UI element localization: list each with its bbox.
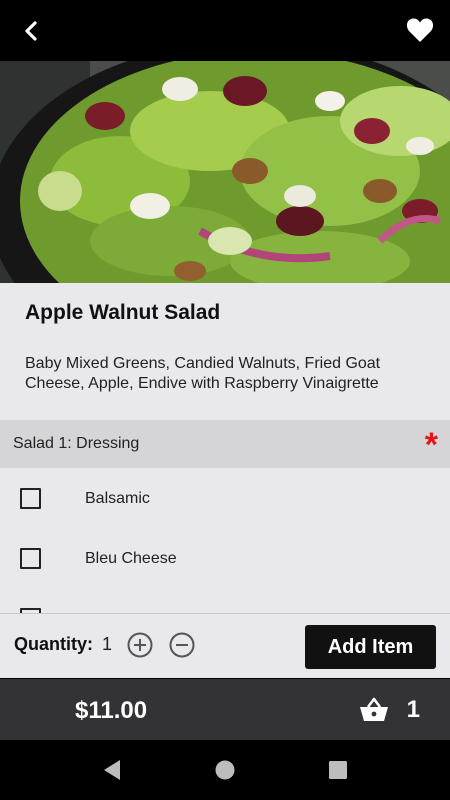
checkbox[interactable] (20, 488, 41, 509)
section-title: Salad 1: Dressing (13, 435, 140, 452)
item-title: Apple Walnut Salad (25, 301, 221, 324)
option-label: Bleu Cheese (85, 550, 177, 567)
chevron-left-icon (25, 21, 37, 41)
cart-count: 1 (406, 696, 420, 723)
heart-icon (406, 18, 434, 42)
increase-quantity-button[interactable] (127, 632, 153, 658)
square-recents-icon (329, 761, 347, 779)
minus-circle-icon (169, 632, 195, 658)
nav-recents-button[interactable] (326, 758, 350, 782)
cart-button[interactable]: 1 (359, 692, 420, 728)
basket-icon (359, 697, 388, 721)
quantity-label: Quantity: (14, 634, 93, 654)
decrease-quantity-button[interactable] (169, 632, 195, 658)
option-item-bleu-cheese[interactable]: Bleu Cheese (0, 528, 450, 588)
add-item-button[interactable]: Add Item (305, 625, 436, 669)
item-photo (0, 61, 450, 283)
required-marker: * (424, 426, 438, 464)
triangle-back-icon (104, 760, 120, 780)
option-label: Balsamic (85, 490, 150, 507)
salad-illustration (0, 61, 450, 283)
order-total-bar: $11.00 1 (0, 679, 450, 740)
option-item-partial[interactable] (0, 588, 450, 613)
quantity-bar: Quantity: 1 Add Item (0, 613, 450, 678)
dressing-options-list[interactable]: Balsamic Bleu Cheese (0, 468, 450, 613)
nav-back-button[interactable] (100, 758, 124, 782)
option-item-balsamic[interactable]: Balsamic (0, 468, 450, 528)
system-navigation-bar (0, 740, 450, 800)
plus-circle-icon (127, 632, 153, 658)
nav-home-button[interactable] (213, 758, 237, 782)
top-bar (0, 0, 450, 61)
total-price: $11.00 (75, 697, 148, 724)
checkbox[interactable] (20, 548, 41, 569)
quantity-value: 1 (102, 634, 113, 654)
item-details: Apple Walnut Salad Baby Mixed Greens, Ca… (0, 283, 450, 420)
circle-home-icon (215, 760, 235, 780)
back-button[interactable] (14, 14, 48, 48)
option-section-header: Salad 1: Dressing * (0, 420, 450, 468)
favorite-button[interactable] (402, 12, 438, 48)
item-description: Baby Mixed Greens, Candied Walnuts, Frie… (25, 355, 381, 392)
